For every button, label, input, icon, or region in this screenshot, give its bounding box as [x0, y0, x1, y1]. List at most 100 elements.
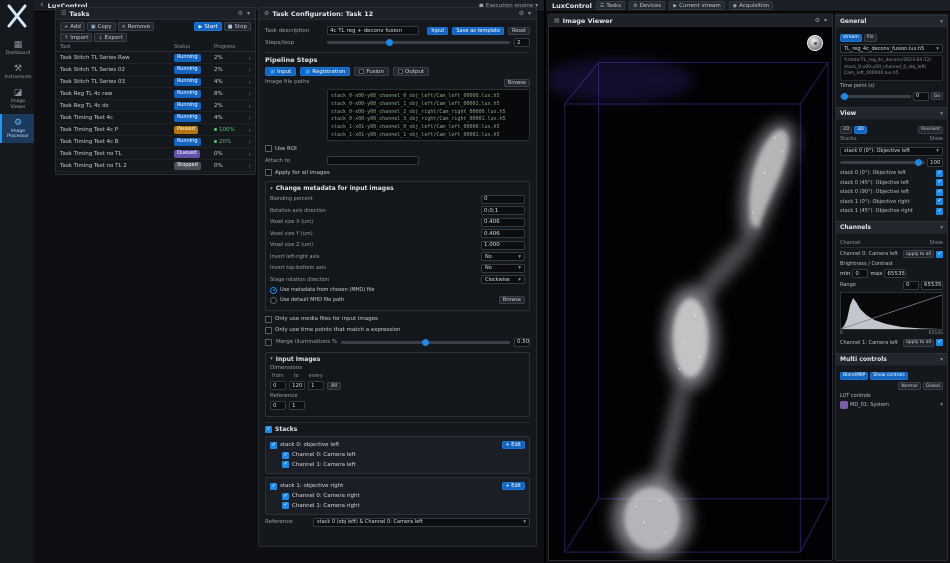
stack1-checkbox[interactable]	[270, 483, 277, 490]
start-task-button[interactable]: ▶Start	[194, 22, 221, 31]
main-stack-select[interactable]: stack 0 (0°): Objective left ▾	[840, 147, 943, 156]
input-images-header[interactable]: ▾ Input Images	[270, 356, 525, 363]
input-button[interactable]: Input	[427, 27, 448, 35]
meta-field-select[interactable]: No▾	[481, 264, 525, 273]
min-input[interactable]: 0	[852, 269, 868, 278]
tab-checkbox[interactable]	[270, 69, 275, 74]
go-button[interactable]: Go	[931, 92, 943, 100]
browse-mhd-button[interactable]: Browse	[499, 296, 525, 304]
titlebar-acquisition-button[interactable]: ◉Acquisition	[729, 1, 774, 10]
remove-task-button[interactable]: ×Remove	[118, 22, 155, 31]
attach-to-input[interactable]	[327, 156, 419, 165]
dim-from-input[interactable]: 0	[270, 381, 286, 390]
image-paths-list[interactable]: stack_0-x00-y00_channel_0_obj_left/Cam_l…	[327, 89, 530, 141]
meta-field-select[interactable]: No▾	[481, 252, 525, 261]
config-settings-icon[interactable]: ⚙	[519, 10, 524, 17]
media-files-only-checkbox[interactable]	[265, 316, 272, 323]
merge-illuminations-checkbox[interactable]	[265, 339, 272, 346]
chevron-right-icon[interactable]: ›	[244, 138, 251, 146]
chevron-right-icon[interactable]: ›	[244, 66, 251, 74]
table-row[interactable]: Task Stitch TL Series RawRunning2%›	[56, 52, 255, 64]
meta-field-input[interactable]: 0.406	[481, 229, 525, 238]
chevron-right-icon[interactable]: ›	[244, 90, 251, 98]
viewer-viewport[interactable]	[549, 27, 832, 560]
stack-visible-checkbox[interactable]	[936, 208, 943, 215]
section-channels-header[interactable]: Channels ▾	[836, 221, 947, 233]
use-roi-checkbox[interactable]	[265, 145, 272, 152]
reset-button[interactable]: Reset	[508, 27, 530, 35]
reference-select[interactable]: stack 0 (obj left) & Channel 0: Camera l…	[313, 518, 530, 527]
stack-visible-checkbox[interactable]	[936, 189, 943, 196]
tab-registration[interactable]: Registration	[300, 67, 350, 76]
meta-field-select[interactable]: Clockwise▾	[481, 275, 525, 284]
save-as-template-button[interactable]: Save as template	[452, 27, 504, 35]
table-row[interactable]: Task Timing Test no TL 2Stopped0%›	[56, 160, 255, 172]
task-description-input[interactable]: 4c TL reg + deconv fusion	[327, 26, 419, 35]
dim-every-input[interactable]: 1	[308, 381, 324, 390]
chevron-right-icon[interactable]: ›	[244, 162, 251, 170]
tab-input[interactable]: Input	[265, 67, 296, 76]
table-row[interactable]: Task Reg TL 4c rawRunning8%›	[56, 88, 255, 100]
edit-stack0-button[interactable]: + Edit	[502, 441, 525, 449]
section-general-header[interactable]: General ▾	[836, 15, 947, 27]
channel0-visible-checkbox[interactable]	[936, 251, 943, 258]
meta-field-input[interactable]: 1.000	[481, 241, 525, 250]
stack1-ch1-checkbox[interactable]	[282, 502, 289, 509]
blend-mip-chip[interactable]: Blend/MIP	[840, 372, 868, 380]
section-view-header[interactable]: View ▾	[836, 107, 947, 119]
apply-to-all-chip[interactable]: apply to all	[903, 339, 934, 347]
table-row[interactable]: Task Timing Test 4c BRunning20%›	[56, 136, 255, 148]
tab-output[interactable]: Output	[393, 67, 429, 76]
titlebar-current-stream-button[interactable]: ▶Current stream	[669, 1, 725, 10]
config-collapse-icon[interactable]: ▾	[528, 10, 531, 17]
tasks-collapse-icon[interactable]: ▾	[247, 10, 250, 17]
chevron-right-icon[interactable]: ›	[244, 150, 251, 158]
stack0-checkbox[interactable]	[270, 442, 277, 449]
dim-to-input[interactable]: 120	[289, 381, 305, 390]
reorient-button[interactable]: Reorient	[918, 126, 943, 134]
timepoint-input[interactable]: 0	[913, 92, 929, 101]
chevron-right-icon[interactable]: ›	[244, 54, 251, 62]
range-min-input[interactable]: 0	[903, 281, 919, 290]
viewer-settings-icon[interactable]: ⚙	[815, 17, 820, 24]
stack0-ch0-checkbox[interactable]	[282, 452, 289, 459]
stack0-ch1-checkbox[interactable]	[282, 461, 289, 468]
tab-fusion[interactable]: Fusion	[354, 67, 389, 76]
titlebar-devices-button[interactable]: ⚙Devices	[629, 1, 665, 10]
steps-slider[interactable]	[327, 41, 510, 44]
table-row[interactable]: Task Timing Test no TLQueued0%›	[56, 148, 255, 160]
copy-task-button[interactable]: ▣Copy	[87, 22, 116, 31]
stacks-enable-checkbox[interactable]	[265, 426, 272, 433]
table-row[interactable]: Task Stitch TL Series 02Running2%›	[56, 64, 255, 76]
add-task-button[interactable]: +Add	[60, 22, 85, 31]
tab-checkbox[interactable]	[305, 69, 310, 74]
mhd-chosen-radio[interactable]	[270, 287, 277, 294]
source-file-chip[interactable]: file	[864, 34, 877, 42]
apply-all-checkbox[interactable]	[265, 169, 272, 176]
intensity-histogram[interactable]	[840, 292, 943, 330]
source-stream-chip[interactable]: stream	[840, 34, 862, 42]
stop-task-button[interactable]: ■Stop	[224, 22, 251, 31]
mhd-default-radio[interactable]	[270, 297, 277, 304]
show-controls-chip[interactable]: Show controls	[870, 372, 908, 380]
blend-value-input[interactable]: 100	[927, 158, 943, 167]
table-row[interactable]: Task Reg TL 4c dsRunning2%›	[56, 100, 255, 112]
metadata-section-header[interactable]: ▾ Change metadata for input images	[270, 185, 525, 192]
table-row[interactable]: Task Timing Test 4c PPaused100%›	[56, 124, 255, 136]
steps-value-input[interactable]: 2	[514, 38, 530, 47]
global-chip[interactable]: Global	[923, 382, 943, 390]
sidebar-item-image-processor[interactable]: ⚙ Image Processor	[0, 114, 34, 143]
blend-slider[interactable]	[840, 161, 925, 164]
stack-visible-checkbox[interactable]	[936, 179, 943, 186]
merge-illuminations-input[interactable]: 0.50	[514, 338, 530, 347]
stack-visible-checkbox[interactable]	[936, 170, 943, 177]
table-row[interactable]: Task Timing Test 4cRunning4%›	[56, 112, 255, 124]
tab-checkbox[interactable]	[359, 69, 364, 74]
sidebar-item-instruments[interactable]: ⚒ Instruments	[0, 60, 34, 84]
select-all-button[interactable]: All	[327, 382, 341, 390]
export-task-button[interactable]: ↓Export	[94, 33, 126, 42]
merge-illuminations-slider[interactable]	[341, 341, 510, 344]
meta-field-input[interactable]: 0.406	[481, 218, 525, 227]
orientation-gizmo[interactable]	[807, 35, 823, 51]
normal-chip[interactable]: Normal	[898, 382, 920, 390]
